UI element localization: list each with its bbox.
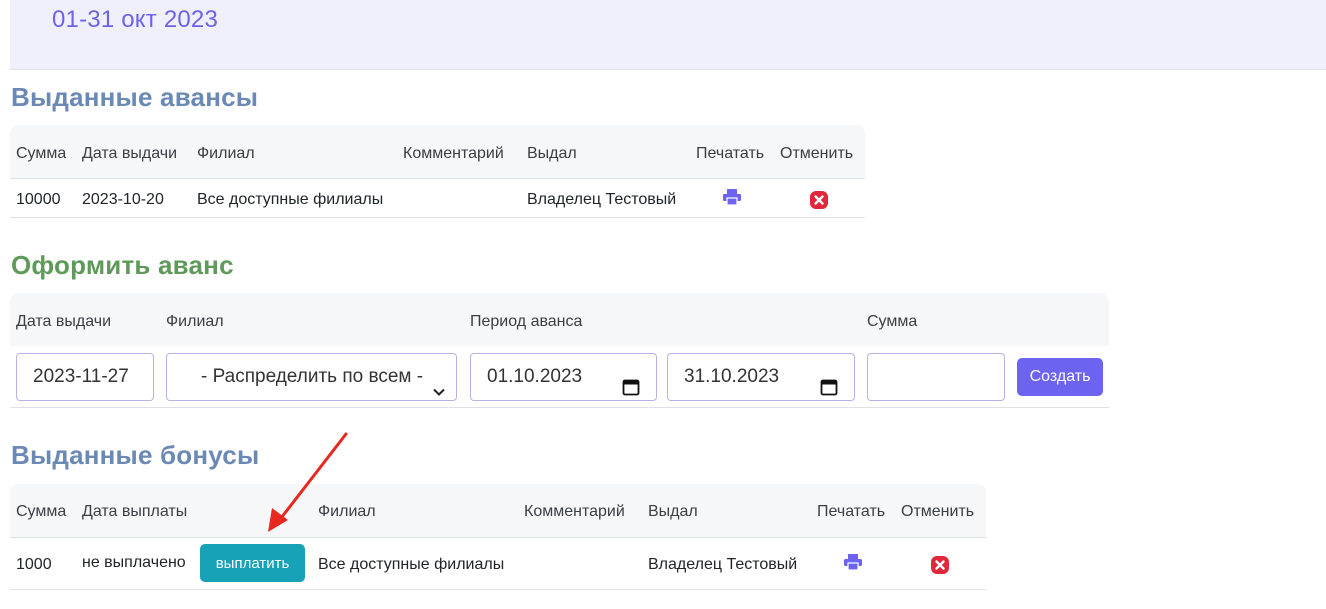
bonuses-title: Выданные бонусы (11, 440, 260, 470)
pay-button[interactable]: выплатить (200, 544, 305, 582)
col-branch: Филиал (197, 145, 255, 162)
create-advance-title: Оформить аванс (11, 250, 234, 280)
bonuses-table-header: Сумма Дата выплаты Филиал Комментарий Вы… (10, 484, 986, 538)
col-branch: Филиал (166, 313, 224, 330)
col-cancel: Отменить (780, 145, 854, 162)
period-title: 01-31 окт 2023 (52, 6, 219, 33)
col-print: Печатать (696, 145, 765, 162)
branch-select-value: - Распределить по всем - (201, 366, 424, 387)
col-issued-by: Выдал (527, 145, 577, 162)
col-advance-period: Период аванса (470, 313, 583, 330)
period-banner: 01-31 окт 2023 (10, 0, 1326, 70)
issue-date-input[interactable]: 2023-11-27 (16, 353, 154, 401)
row-branch: Все доступные филиалы (318, 556, 505, 573)
period-from-input[interactable]: 01.10.2023 (470, 353, 657, 401)
create-advance-header: Дата выдачи Филиал Период аванса Сумма (10, 293, 1109, 347)
col-amount: Сумма (16, 503, 67, 520)
row-issued-by: Владелец Тестовый (648, 556, 798, 573)
table-row: 10000 2023-10-20 Все доступные филиалы В… (10, 178, 865, 218)
col-pay-date: Дата выплаты (82, 503, 188, 520)
col-comment: Комментарий (403, 145, 504, 162)
cancel-icon[interactable] (810, 191, 828, 209)
amount-input[interactable] (867, 353, 1005, 401)
col-print: Печатать (817, 503, 886, 520)
col-amount: Сумма (867, 313, 918, 330)
table-row: 1000 не выплачено выплатить Все доступны… (10, 537, 986, 590)
branch-select[interactable]: - Распределить по всем - (166, 353, 457, 401)
period-to-input[interactable]: 31.10.2023 (667, 353, 855, 401)
chevron-down-icon (432, 371, 446, 396)
row-branch: Все доступные филиалы (197, 191, 384, 208)
col-issued-by: Выдал (648, 503, 698, 520)
col-comment: Комментарий (524, 503, 625, 520)
annotation-arrow-icon (268, 432, 348, 532)
advances-title: Выданные авансы (11, 82, 259, 112)
print-icon[interactable] (723, 189, 741, 205)
col-cancel: Отменить (901, 503, 975, 520)
col-date: Дата выдачи (82, 145, 178, 162)
calendar-icon[interactable] (820, 368, 838, 396)
period-to-value: 31.10.2023 (684, 366, 780, 387)
print-icon[interactable] (844, 554, 862, 570)
create-button[interactable]: Создать (1017, 358, 1103, 396)
cancel-icon[interactable] (931, 556, 949, 574)
row-amount: 10000 (16, 191, 61, 208)
row-date: 2023-10-20 (82, 191, 164, 208)
col-amount: Сумма (16, 145, 67, 162)
col-issue-date: Дата выдачи (16, 313, 112, 330)
calendar-icon[interactable] (622, 368, 640, 396)
row-amount: 1000 (16, 556, 52, 573)
row-status: не выплачено (82, 554, 186, 571)
period-from-value: 01.10.2023 (487, 366, 583, 387)
row-issued-by: Владелец Тестовый (527, 191, 677, 208)
advances-table-header: Сумма Дата выдачи Филиал Комментарий Выд… (10, 125, 865, 179)
